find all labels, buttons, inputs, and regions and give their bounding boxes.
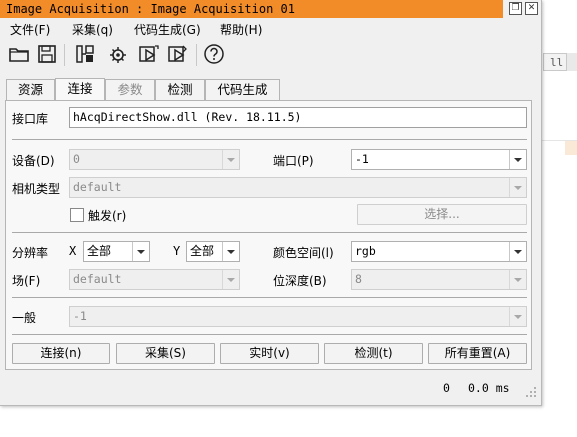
open-folder-icon[interactable] <box>8 43 30 65</box>
tab-resources[interactable]: 资源 <box>6 79 55 100</box>
camera-type-select: default <box>69 177 527 198</box>
status-bar: 0 0.0 ms <box>0 378 541 398</box>
field-select: default <box>69 269 240 290</box>
background-highlight <box>565 141 577 155</box>
close-icon[interactable]: ✕ <box>525 2 538 15</box>
frame-count: 0 <box>443 381 450 395</box>
tab-connection[interactable]: 连接 <box>55 78 105 101</box>
snap-icon[interactable] <box>138 43 160 65</box>
chevron-down-icon <box>222 150 239 169</box>
color-space-value: rgb <box>355 244 376 258</box>
select-button: 选择... <box>357 204 527 225</box>
resolution-y-select[interactable]: 全部 <box>186 241 240 262</box>
connect-button[interactable]: 连接(n) <box>12 343 110 364</box>
bit-depth-select: 8 <box>351 269 527 290</box>
resolution-y-value: 全部 <box>190 244 215 258</box>
section-divider <box>12 232 527 233</box>
chevron-down-icon <box>509 270 526 289</box>
chevron-down-icon[interactable] <box>222 242 239 261</box>
toolbar <box>0 40 541 70</box>
resolution-x-label: X <box>69 244 77 258</box>
bit-depth-label: 位深度(B) <box>273 274 327 288</box>
trigger-label: 触发(r) <box>88 209 127 223</box>
save-icon[interactable] <box>36 43 58 65</box>
tab-parameters: 参数 <box>105 79 155 100</box>
menu-bar: 文件(F) 采集(q) 代码生成(G) 帮助(H) <box>0 18 541 38</box>
section-divider <box>12 139 527 140</box>
resolution-x-value: 全部 <box>87 244 112 258</box>
chevron-down-icon[interactable] <box>509 242 526 261</box>
resolution-y-label: Y <box>173 244 181 258</box>
general-select: -1 <box>69 306 527 327</box>
trigger-checkbox[interactable] <box>70 208 84 222</box>
detect-button[interactable]: 检测(t) <box>324 343 423 364</box>
restore-icon[interactable]: ❐ <box>509 2 522 15</box>
toolbar-separator <box>64 44 65 66</box>
menu-acquire[interactable]: 采集(q) <box>72 21 113 38</box>
acquisition-time: 0.0 ms <box>468 381 510 395</box>
chevron-down-icon[interactable] <box>132 242 149 261</box>
background-tab-edge <box>566 53 577 71</box>
help-icon[interactable] <box>203 43 225 65</box>
chevron-down-icon <box>509 307 526 326</box>
connect-icon[interactable] <box>74 43 96 65</box>
snap-button[interactable]: 采集(S) <box>116 343 215 364</box>
device-value: 0 <box>73 152 80 166</box>
window-title: Image Acquisition : Image Acquisition 01 <box>0 0 503 18</box>
tab-detect[interactable]: 检测 <box>155 79 205 100</box>
menu-help[interactable]: 帮助(H) <box>220 21 262 38</box>
resolution-label: 分辨率 <box>12 246 49 260</box>
chevron-down-icon[interactable] <box>509 150 526 169</box>
port-value: -1 <box>355 152 369 166</box>
color-space-label: 颜色空间(l) <box>273 246 334 260</box>
interface-library-field[interactable]: hAcqDirectShow.dll (Rev. 18.11.5) <box>69 107 527 128</box>
window-controls: ❐ ✕ <box>503 0 541 18</box>
resize-grip-icon[interactable] <box>526 386 536 397</box>
resolution-x-select[interactable]: 全部 <box>83 241 150 262</box>
image-acquisition-window: Image Acquisition : Image Acquisition 01… <box>0 0 542 406</box>
camera-type-value: default <box>73 180 122 194</box>
port-select[interactable]: -1 <box>351 149 527 170</box>
section-divider <box>12 334 527 335</box>
general-value: -1 <box>73 309 87 323</box>
device-label: 设备(D) <box>12 154 55 168</box>
port-label: 端口(P) <box>273 154 314 168</box>
bit-depth-value: 8 <box>355 272 362 286</box>
field-value: default <box>73 272 122 286</box>
toolbar-separator <box>196 44 197 66</box>
connection-panel: 接口库 hAcqDirectShow.dll (Rev. 18.11.5) 设备… <box>5 100 532 370</box>
settings-gear-icon[interactable] <box>108 43 130 65</box>
general-label: 一般 <box>12 311 37 325</box>
menu-codegen[interactable]: 代码生成(G) <box>134 21 201 38</box>
live-icon[interactable] <box>167 43 189 65</box>
background-tab-label: ll <box>550 56 564 69</box>
field-label: 场(F) <box>12 274 41 288</box>
camera-type-label: 相机类型 <box>12 182 61 196</box>
chevron-down-icon <box>509 178 526 197</box>
menu-file[interactable]: 文件(F) <box>10 21 50 38</box>
chevron-down-icon <box>222 270 239 289</box>
tab-codegen[interactable]: 代码生成 <box>205 79 280 100</box>
live-button[interactable]: 实时(v) <box>220 343 319 364</box>
device-select: 0 <box>69 149 240 170</box>
section-divider <box>12 297 527 298</box>
color-space-select[interactable]: rgb <box>351 241 527 262</box>
interface-label: 接口库 <box>12 112 49 126</box>
reset-all-button[interactable]: 所有重置(A) <box>428 343 527 364</box>
